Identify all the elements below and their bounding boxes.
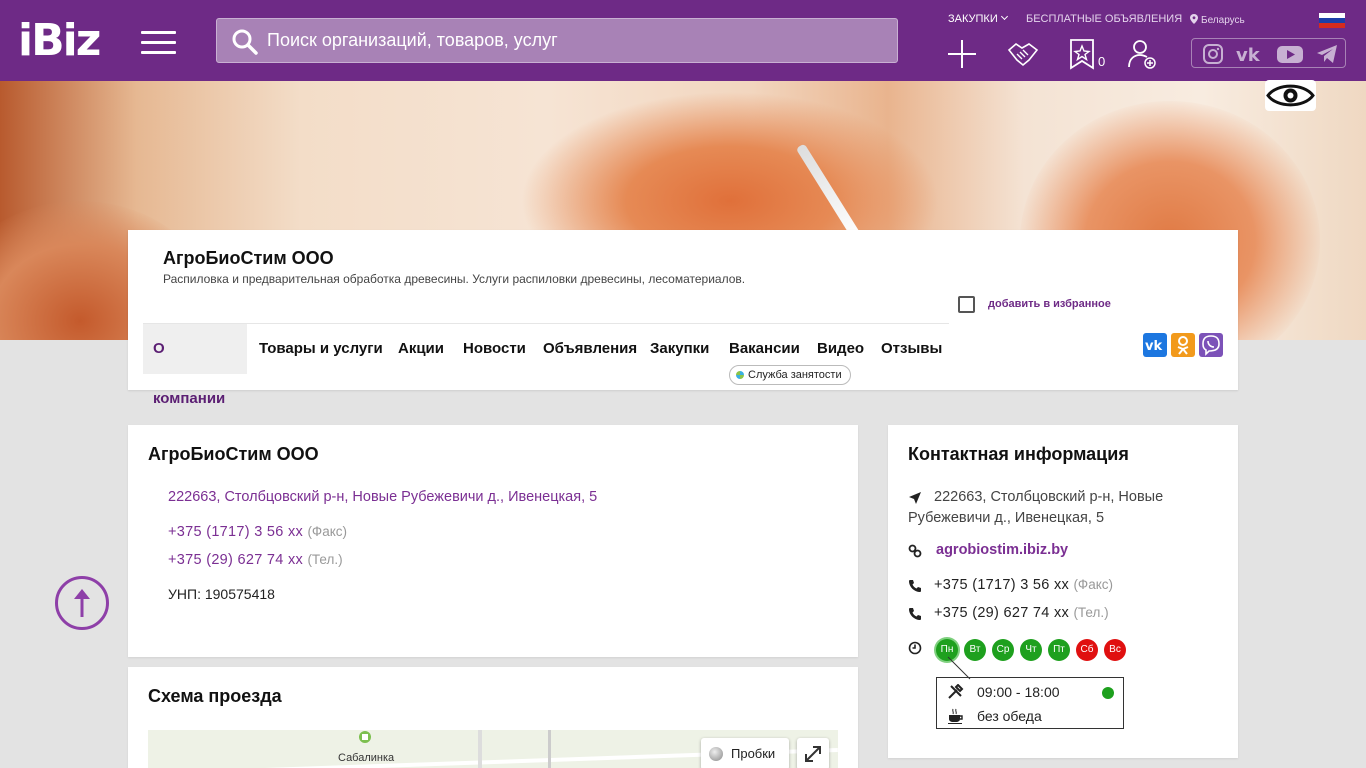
favorites-count: 0 — [1098, 54, 1106, 69]
working-hours: 09:00 - 18:00 — [977, 684, 1060, 700]
day-fri[interactable]: Пт — [1048, 639, 1070, 661]
contacts-phone-fax[interactable]: +375 (1717) 3 56 xx (Факс) — [934, 577, 1113, 593]
top-header: iBiz ЗАКУПКИ БЕСПЛАТНЫЕ ОБЪЯВЛЕНИЯ Белар… — [0, 0, 1366, 81]
jobs-service-badge[interactable]: Служба занятости — [729, 365, 851, 385]
expand-icon — [805, 746, 821, 762]
menu-burger-icon[interactable] — [141, 31, 176, 54]
search-box[interactable] — [216, 18, 898, 63]
nav-free-ads[interactable]: БЕСПЛАТНЫЕ ОБЪЯВЛЕНИЯ — [1026, 13, 1182, 25]
contacts-title: Контактная информация — [908, 444, 1129, 464]
day-thu[interactable]: Чт — [1020, 639, 1042, 661]
contacts-phone-tel[interactable]: +375 (29) 627 74 xx (Тел.) — [934, 605, 1109, 621]
lunch-info: без обеда — [977, 708, 1042, 724]
open-status-indicator — [1102, 687, 1114, 699]
phone-tel[interactable]: +375 (29) 627 74 xx (Тел.) — [168, 552, 343, 568]
tab-procurement[interactable]: Закупки — [650, 324, 709, 374]
location-pin-icon — [1190, 14, 1198, 24]
svg-text:vk: vk — [1236, 45, 1261, 64]
info-card-title: АгроБиоСтим ООО — [148, 444, 319, 464]
share-ok-button[interactable] — [1171, 333, 1195, 357]
phone-icon — [909, 580, 921, 592]
jobs-service-icon — [736, 371, 744, 379]
add-favorite-link[interactable]: добавить в избранное — [988, 298, 1111, 310]
map-title: Схема проезда — [148, 686, 282, 706]
phone-icon — [909, 608, 921, 620]
svg-text:vk: vk — [1145, 339, 1162, 354]
clock-icon — [908, 641, 922, 655]
site-logo[interactable]: iBiz — [18, 18, 101, 64]
nav-procurement[interactable]: ЗАКУПКИ — [948, 12, 1008, 25]
telegram-icon[interactable] — [1316, 44, 1338, 64]
traffic-light-icon — [709, 747, 723, 761]
search-input[interactable] — [267, 19, 867, 62]
day-sun[interactable]: Вс — [1104, 639, 1126, 661]
share-viber-button[interactable] — [1199, 333, 1223, 357]
tools-icon — [948, 684, 964, 699]
phone-fax[interactable]: +375 (1717) 3 56 xx (Факс) — [168, 524, 347, 540]
tab-products[interactable]: Товары и услуги — [259, 324, 383, 374]
scroll-up-button[interactable] — [55, 576, 109, 630]
chevron-down-icon — [1000, 12, 1008, 21]
coffee-cup-icon — [948, 708, 963, 724]
tab-ads[interactable]: Объявления — [543, 324, 637, 374]
company-name: АгроБиоСтим ООО — [163, 248, 334, 268]
company-description: Распиловка и предварительная обработка д… — [163, 272, 746, 286]
traffic-button[interactable]: Пробки — [701, 738, 789, 768]
youtube-icon[interactable] — [1276, 44, 1304, 64]
search-icon[interactable] — [231, 28, 259, 56]
add-user-icon[interactable] — [1126, 38, 1158, 70]
tab-promotions[interactable]: Акции — [398, 324, 444, 374]
fullscreen-button[interactable] — [797, 738, 829, 768]
add-favorite-checkbox[interactable] — [958, 296, 975, 313]
star-bookmark-icon[interactable] — [1066, 38, 1098, 70]
unp-number: УНП: 190575418 — [168, 586, 275, 602]
share-vk-button[interactable]: vk — [1143, 333, 1167, 357]
plus-icon[interactable] — [946, 38, 978, 70]
vk-icon: vk — [1145, 339, 1162, 354]
handshake-icon[interactable] — [1007, 38, 1039, 70]
tab-about[interactable]: О компании — [143, 324, 247, 407]
working-hours-popup: 09:00 - 18:00 без обеда — [936, 677, 1124, 729]
nav-region[interactable]: Беларусь — [1190, 14, 1245, 26]
social-links: vk — [1191, 38, 1346, 68]
contacts-card: Контактная информация 222663, Столбцовск… — [888, 425, 1238, 758]
instagram-icon[interactable] — [1202, 44, 1224, 64]
route-map[interactable]: Сабалинка Пробки — [148, 730, 838, 768]
website-link[interactable]: agrobiostim.ibiz.by — [936, 542, 1068, 558]
odnoklassniki-icon — [1177, 336, 1189, 355]
map-card: Схема проезда Сабалинка Пробки — [128, 667, 858, 768]
tab-news[interactable]: Новости — [463, 324, 526, 374]
viber-icon — [1202, 335, 1220, 356]
company-header-card: АгроБиоСтим ООО Распиловка и предварител… — [128, 230, 1238, 407]
vk-icon[interactable]: vk — [1236, 44, 1266, 64]
map-place-label: Сабалинка — [338, 752, 395, 764]
russian-flag-icon[interactable] — [1319, 13, 1345, 28]
day-sat[interactable]: Сб — [1076, 639, 1098, 661]
address-link[interactable]: 222663, Столбцовский р-н, Новые Рубежеви… — [168, 489, 597, 505]
tab-reviews[interactable]: Отзывы — [881, 324, 942, 374]
map-poi-icon — [359, 731, 371, 743]
contacts-address: 222663, Столбцовский р-н, Новые Рубежеви… — [908, 489, 1164, 526]
popup-pointer — [947, 656, 971, 680]
company-info-card: АгроБиоСтим ООО 222663, Столбцовский р-н… — [128, 425, 858, 657]
link-icon — [908, 544, 922, 558]
accessibility-eye-icon[interactable] — [1265, 80, 1316, 111]
arrow-up-icon — [74, 589, 90, 617]
day-wed[interactable]: Ср — [992, 639, 1014, 661]
